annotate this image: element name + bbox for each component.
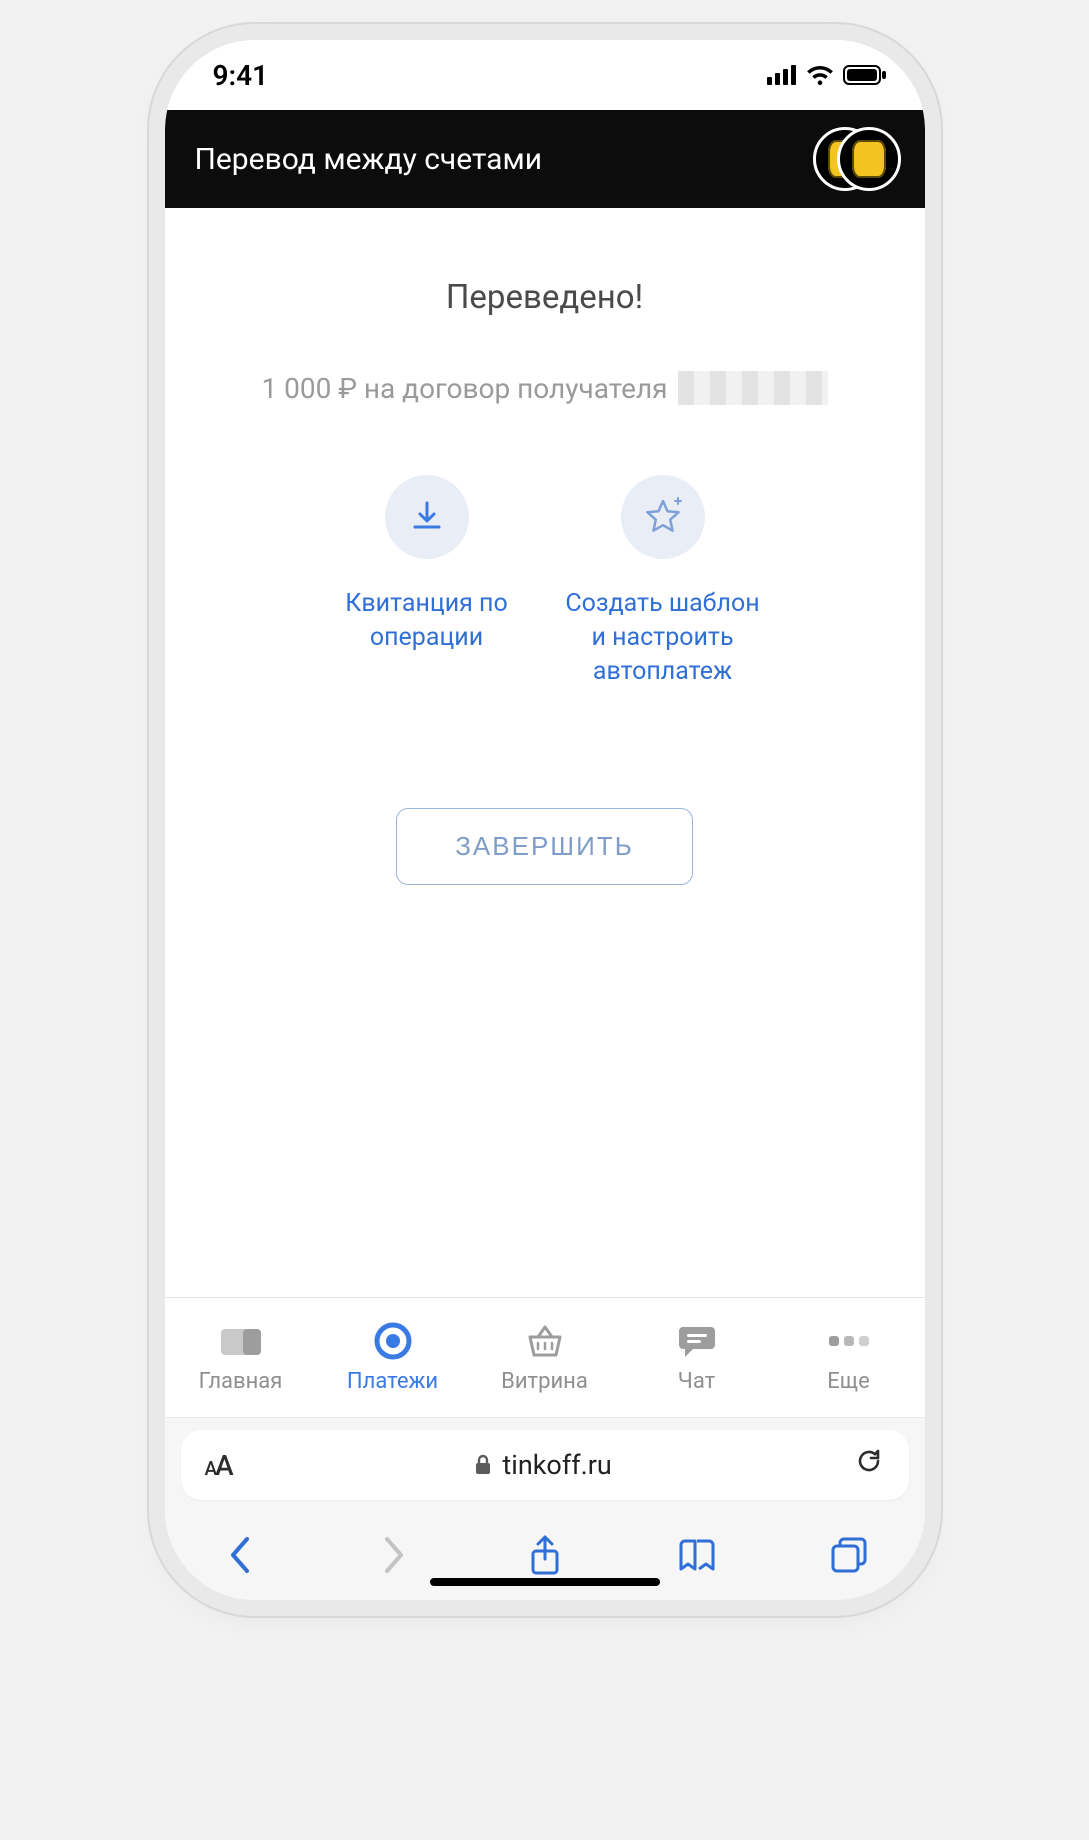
wifi-icon — [805, 64, 835, 86]
cellular-icon — [767, 65, 797, 85]
account-icons — [813, 127, 901, 191]
account-coin-icon — [837, 127, 901, 191]
nav-home[interactable]: Главная — [165, 1298, 317, 1417]
finish-button[interactable]: ЗАВЕРШИТЬ — [396, 808, 693, 885]
browser-url-bar-area: AA tinkoff.ru — [165, 1417, 925, 1510]
redacted-recipient — [678, 371, 828, 405]
text-size-button[interactable]: AA — [205, 1449, 232, 1482]
url-text: tinkoff.ru — [502, 1449, 611, 1481]
status-bar: 9:41 — [165, 40, 925, 110]
home-icon — [219, 1321, 263, 1361]
payments-icon — [371, 1321, 415, 1361]
browser-share-button[interactable] — [520, 1530, 570, 1580]
receipt-label: Квитанция по операции — [327, 587, 527, 655]
main-content: Переведено! 1 000 ₽ на договор получател… — [165, 208, 925, 1297]
template-label: Создать шаблон и настроить автоплатеж — [563, 587, 763, 688]
subtitle-text: 1 000 ₽ на договор получателя — [261, 372, 667, 405]
nav-chat-label: Чат — [678, 1369, 715, 1394]
battery-icon — [843, 65, 887, 85]
success-title: Переведено! — [446, 278, 643, 317]
header-title: Перевод между счетами — [195, 142, 543, 177]
nav-home-label: Главная — [199, 1369, 283, 1394]
app-header: Перевод между счетами — [165, 110, 925, 208]
nav-chat[interactable]: Чат — [621, 1298, 773, 1417]
receipt-action[interactable]: Квитанция по операции — [327, 475, 527, 688]
template-action[interactable]: Создать шаблон и настроить автоплатеж — [563, 475, 763, 688]
action-row: Квитанция по операции Создать шаблон и н… — [327, 475, 763, 688]
download-icon — [385, 475, 469, 559]
url-bar[interactable]: AA tinkoff.ru — [181, 1430, 909, 1500]
nav-showcase-label: Витрина — [501, 1369, 588, 1394]
url-address: tinkoff.ru — [474, 1449, 611, 1481]
browser-bookmarks-button[interactable] — [672, 1530, 722, 1580]
nav-more[interactable]: Еще — [773, 1298, 925, 1417]
reload-button[interactable] — [854, 1446, 884, 1484]
browser-back-button[interactable] — [216, 1530, 266, 1580]
status-time: 9:41 — [213, 59, 269, 92]
browser-toolbar — [165, 1510, 925, 1600]
nav-payments[interactable]: Платежи — [317, 1298, 469, 1417]
chat-icon — [675, 1321, 719, 1361]
nav-showcase[interactable]: Витрина — [469, 1298, 621, 1417]
more-icon — [827, 1321, 871, 1361]
app-bottom-nav: Главная Платежи Витрина Чат — [165, 1297, 925, 1417]
lock-icon — [474, 1454, 492, 1476]
phone-mockup: 9:41 Перевод между счетами Переведено! 1… — [165, 40, 925, 1600]
browser-forward-button[interactable] — [368, 1530, 418, 1580]
home-indicator[interactable] — [430, 1578, 660, 1586]
browser-tabs-button[interactable] — [824, 1530, 874, 1580]
success-subtitle: 1 000 ₽ на договор получателя — [231, 371, 857, 405]
star-plus-icon — [621, 475, 705, 559]
nav-payments-label: Платежи — [347, 1369, 438, 1394]
basket-icon — [523, 1321, 567, 1361]
nav-more-label: Еще — [827, 1369, 870, 1394]
status-icons — [767, 64, 887, 86]
